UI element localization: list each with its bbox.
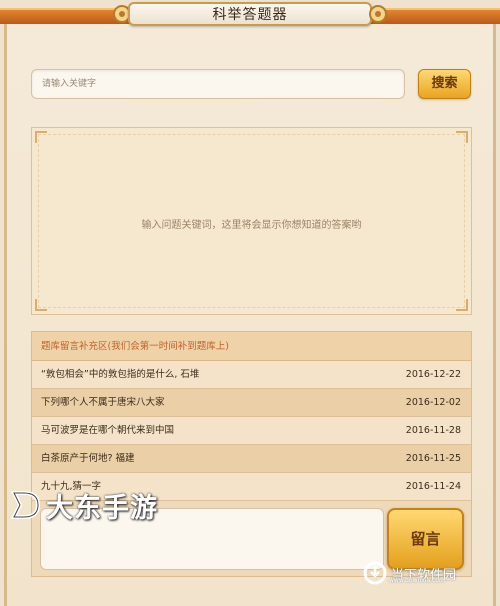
search-input[interactable]: 请输入关键字	[31, 69, 405, 99]
watermark-right-url: www.downxia.com	[389, 577, 445, 584]
title-cap: 科举答题器	[128, 2, 372, 26]
corner-ornament	[35, 131, 47, 143]
title-plaque: 科举答题器	[112, 2, 388, 26]
watermark-right-logo-icon	[363, 561, 387, 585]
ornament-right-icon	[369, 5, 387, 23]
table-row[interactable]: 下列哪个人不属于唐宋八大家 2016-12-02	[32, 389, 471, 417]
corner-ornament	[456, 131, 468, 143]
row-question: 下列哪个人不属于唐宋八大家	[41, 397, 165, 408]
row-question: 马可波罗是在哪个朝代来到中国	[41, 425, 175, 436]
table-row[interactable]: 马可波罗是在哪个朝代来到中国 2016-11-28	[32, 417, 471, 445]
board-header: 题库留言补充区(我们会第一时间补到题库上)	[32, 332, 471, 361]
row-question: “敦包相会”中的敦包指的是什么, 石堆	[41, 369, 200, 380]
row-date: 2016-11-24	[405, 481, 461, 492]
row-date: 2016-12-22	[405, 369, 461, 380]
watermark-left: 大东手游	[10, 489, 158, 524]
page-title: 科举答题器	[212, 7, 288, 23]
watermark-left-text: 大东手游	[46, 492, 158, 524]
table-row[interactable]: 白茶原产于何地? 福建 2016-11-25	[32, 445, 471, 473]
corner-ornament	[35, 299, 47, 311]
row-date: 2016-11-25	[405, 453, 461, 464]
watermark-logo-icon	[10, 491, 41, 519]
row-date: 2016-11-28	[405, 425, 461, 436]
answer-panel: 输入问题关键词，这里将会显示你想知道的答案哟	[31, 127, 472, 315]
row-question: 白茶原产于何地? 福建	[41, 453, 135, 464]
search-placeholder: 请输入关键字	[42, 79, 97, 89]
row-date: 2016-12-02	[405, 397, 461, 408]
search-button[interactable]: 搜索	[418, 69, 471, 99]
answer-hint: 输入问题关键词，这里将会显示你想知道的答案哟	[141, 220, 362, 231]
corner-ornament	[456, 299, 468, 311]
watermark-right: 当下软件园 www.downxia.com	[363, 557, 456, 589]
table-row[interactable]: “敦包相会”中的敦包指的是什么, 石堆 2016-12-22	[32, 361, 471, 389]
